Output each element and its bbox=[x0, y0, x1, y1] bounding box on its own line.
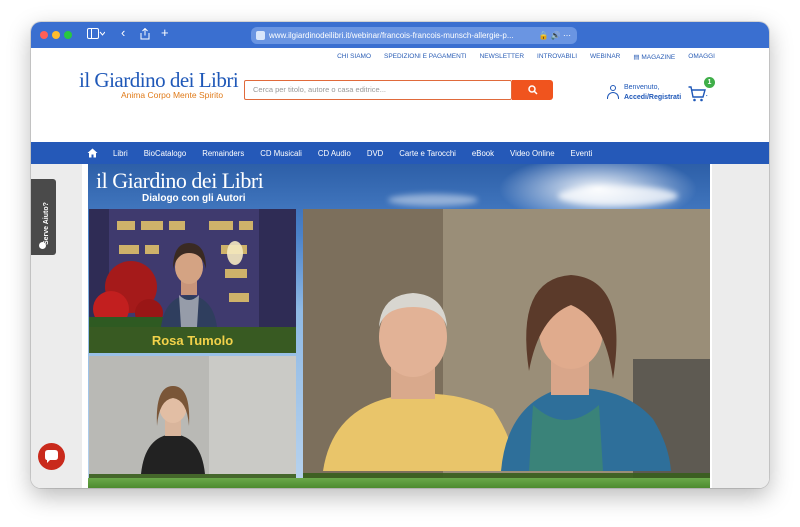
participant-name-rosa: Rosa Tumolo bbox=[89, 327, 296, 353]
search-input[interactable]: Cerca per titolo, autore o casa editrice… bbox=[244, 80, 512, 100]
webinar-subtitle: Dialogo con gli Autori bbox=[142, 193, 246, 204]
cloud-shape bbox=[558, 186, 678, 206]
nav-ebook[interactable]: eBook bbox=[472, 149, 494, 158]
toplink-magazine[interactable]: ▤ MAGAZINE bbox=[633, 53, 675, 61]
participant-video-laura bbox=[89, 356, 296, 488]
search-button[interactable] bbox=[512, 80, 553, 100]
cart-icon[interactable] bbox=[688, 86, 708, 102]
login-register-link[interactable]: Accedi/Registrati bbox=[624, 94, 681, 101]
grass-strip bbox=[88, 478, 710, 488]
cloud-shape bbox=[388, 194, 478, 206]
toplink-introvabili[interactable]: INTROVABILI bbox=[537, 53, 577, 61]
site-logo[interactable]: il Giardino dei Libri Anima Corpo Mente … bbox=[79, 68, 239, 108]
logo-tagline: Anima Corpo Mente Spirito bbox=[121, 90, 224, 100]
toplink-webinar[interactable]: WEBINAR bbox=[590, 53, 620, 61]
nav-biocatalogo[interactable]: BioCatalogo bbox=[144, 149, 186, 158]
back-arrow-icon[interactable]: ‹ bbox=[121, 26, 125, 40]
logo-wordmark: il Giardino dei Libri bbox=[79, 68, 239, 92]
browser-window: ‹ + www.ilgiardinodeilibri.it/webinar/fr… bbox=[31, 22, 769, 488]
toplink-omaggi[interactable]: OMAGGI bbox=[688, 53, 715, 61]
share-icon[interactable] bbox=[140, 27, 150, 44]
nav-dvd[interactable]: DVD bbox=[367, 149, 383, 158]
nav-remainders[interactable]: Remainders bbox=[202, 149, 244, 158]
search-icon bbox=[527, 85, 538, 95]
webinar-video[interactable]: il Giardino dei Libri Dialogo con gli Au… bbox=[88, 164, 710, 488]
address-bar[interactable]: www.ilgiardinodeilibri.it/webinar/franco… bbox=[251, 27, 577, 44]
address-bar-url: www.ilgiardinodeilibri.it/webinar/franco… bbox=[269, 31, 514, 40]
participant-tile-munsch: François e Françoise Munsch bbox=[303, 209, 710, 488]
nav-libri[interactable]: Libri bbox=[113, 149, 128, 158]
cart-count-badge: 1 bbox=[704, 77, 715, 88]
nav-cd-audio[interactable]: CD Audio bbox=[318, 149, 351, 158]
webinar-logo: il Giardino dei Libri bbox=[96, 168, 264, 193]
chat-button[interactable] bbox=[38, 443, 65, 470]
close-window-button[interactable] bbox=[40, 31, 48, 39]
sidebar-toggle-icon[interactable] bbox=[87, 28, 106, 44]
help-tab[interactable]: Serve Aiuto? bbox=[31, 179, 56, 255]
user-icon bbox=[607, 85, 619, 99]
nav-carte-tarocchi[interactable]: Carte e Tarocchi bbox=[399, 149, 456, 158]
account-greeting: Benvenuto, bbox=[624, 84, 660, 91]
toplink-chi-siamo[interactable]: CHI SIAMO bbox=[337, 53, 371, 61]
lock-audio-more-icons: 🔒 🔊 ⋯ bbox=[538, 31, 571, 40]
toplink-magazine-label: MAGAZINE bbox=[641, 54, 676, 61]
zoom-window-button[interactable] bbox=[64, 31, 72, 39]
help-tab-label: Serve Aiuto? bbox=[43, 202, 50, 245]
nav-video-online[interactable]: Video Online bbox=[510, 149, 555, 158]
site-favicon-icon bbox=[256, 31, 265, 40]
account-link[interactable]: Benvenuto, Accedi/Registrati bbox=[607, 83, 681, 103]
participant-tile-rosa: Rosa Tumolo bbox=[89, 209, 296, 353]
main-nav: Libri BioCatalogo Remainders CD Musicali… bbox=[31, 142, 769, 164]
minimize-window-button[interactable] bbox=[52, 31, 60, 39]
nav-eventi[interactable]: Eventi bbox=[571, 149, 593, 158]
top-links-bar: CHI SIAMO SPEDIZIONI E PAGAMENTI NEWSLET… bbox=[337, 53, 715, 61]
nav-cd-musicali[interactable]: CD Musicali bbox=[260, 149, 302, 158]
home-icon[interactable] bbox=[87, 148, 98, 158]
new-tab-plus-icon[interactable]: + bbox=[161, 26, 169, 40]
web-page: CHI SIAMO SPEDIZIONI E PAGAMENTI NEWSLET… bbox=[31, 48, 769, 488]
chat-icon bbox=[45, 450, 58, 463]
toplink-newsletter[interactable]: NEWSLETTER bbox=[480, 53, 524, 61]
browser-toolbar: ‹ + www.ilgiardinodeilibri.it/webinar/fr… bbox=[31, 22, 769, 48]
participant-tile-laura: Laura Coverlizza bbox=[89, 356, 296, 488]
participant-video-munsch bbox=[303, 209, 710, 488]
toplink-spedizioni[interactable]: SPEDIZIONI E PAGAMENTI bbox=[384, 53, 467, 61]
